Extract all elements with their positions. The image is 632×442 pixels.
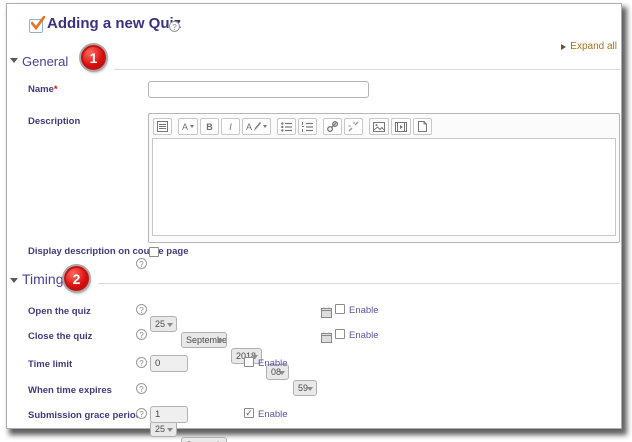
media-icon[interactable] <box>391 118 411 135</box>
chevron-down-icon <box>279 371 285 375</box>
close-quiz-month-select[interactable]: September <box>181 437 227 442</box>
expand-all-label: Expand all <box>570 41 617 52</box>
close-quiz-label: Close the quiz <box>28 331 92 342</box>
name-label: Name* <box>28 84 58 95</box>
annotation-badge-1: 1 <box>81 45 106 70</box>
display-description-label: Display description on course page <box>28 246 188 257</box>
timing-collapse-icon[interactable] <box>10 278 18 283</box>
close-quiz-help-icon[interactable]: ? <box>136 329 147 340</box>
page: Adding a new Quiz ? Expand all General 1… <box>0 0 632 442</box>
link-icon[interactable] <box>323 118 342 135</box>
bold-icon[interactable]: B <box>200 118 219 135</box>
grace-period-enable-checkbox[interactable]: ✓ <box>244 408 254 418</box>
calendar-icon[interactable] <box>321 330 332 348</box>
ordered-list-icon[interactable] <box>298 118 317 135</box>
annotation-badge-2: 2 <box>64 266 89 291</box>
expand-all-icon <box>561 44 566 50</box>
description-editor: A B I A <box>148 113 620 243</box>
open-quiz-label: Open the quiz <box>28 306 91 317</box>
time-limit-label: Time limit <box>28 359 72 370</box>
collapse-toolbar-icon[interactable] <box>153 118 172 135</box>
close-quiz-day-select[interactable]: 25 <box>150 421 177 437</box>
paragraph-styles-icon[interactable]: A <box>178 118 198 135</box>
grace-period-input[interactable]: 1 <box>150 406 188 423</box>
time-limit-enable-checkbox[interactable] <box>244 357 254 367</box>
italic-icon[interactable]: I <box>221 118 240 135</box>
time-limit-help-icon[interactable]: ? <box>136 357 147 368</box>
general-collapse-icon[interactable] <box>10 58 18 63</box>
display-description-checkbox[interactable] <box>149 247 159 257</box>
open-quiz-day-select[interactable]: 25 <box>150 316 177 332</box>
time-limit-enable-label: Enable <box>258 358 288 369</box>
file-icon[interactable] <box>413 118 432 135</box>
image-icon[interactable] <box>369 118 389 135</box>
chevron-down-icon <box>307 387 313 391</box>
page-title: Adding a new Quiz <box>47 15 181 32</box>
name-input[interactable] <box>148 81 369 98</box>
general-divider <box>114 69 620 70</box>
chevron-down-icon <box>167 428 173 432</box>
when-time-expires-help-icon[interactable]: ? <box>136 383 147 394</box>
calendar-icon[interactable] <box>321 305 332 323</box>
title-help-icon[interactable]: ? <box>169 21 180 32</box>
grace-period-label: Submission grace period <box>28 410 142 421</box>
description-label: Description <box>28 116 80 127</box>
grace-period-help-icon[interactable]: ? <box>136 408 147 419</box>
open-quiz-enable-label: Enable <box>349 305 379 316</box>
font-color-icon[interactable]: A <box>242 118 271 135</box>
unordered-list-icon[interactable] <box>277 118 296 135</box>
editor-toolbar: A B I A <box>149 114 619 138</box>
unlink-icon[interactable] <box>344 118 363 135</box>
display-description-help-icon[interactable]: ? <box>136 258 147 269</box>
expand-all-link[interactable]: Expand all <box>561 41 617 52</box>
when-time-expires-label: When time expires <box>28 385 112 396</box>
open-quiz-minute-select[interactable]: 59 <box>293 380 317 396</box>
open-quiz-month-select[interactable]: September <box>181 332 227 348</box>
close-quiz-enable-label: Enable <box>349 330 379 341</box>
chevron-down-icon <box>217 339 223 343</box>
timing-divider <box>98 283 620 284</box>
open-quiz-enable-checkbox[interactable] <box>335 304 345 314</box>
required-asterisk: * <box>54 84 58 95</box>
open-quiz-help-icon[interactable]: ? <box>136 304 147 315</box>
close-quiz-enable-checkbox[interactable] <box>335 329 345 339</box>
description-textarea[interactable] <box>152 138 616 236</box>
quiz-icon <box>29 19 43 33</box>
time-limit-input[interactable]: 0 <box>150 355 188 372</box>
grace-period-enable-label: Enable <box>258 409 288 420</box>
section-general-header[interactable]: General <box>22 54 68 69</box>
chevron-down-icon <box>167 323 173 327</box>
section-timing-header[interactable]: Timing <box>22 271 64 287</box>
